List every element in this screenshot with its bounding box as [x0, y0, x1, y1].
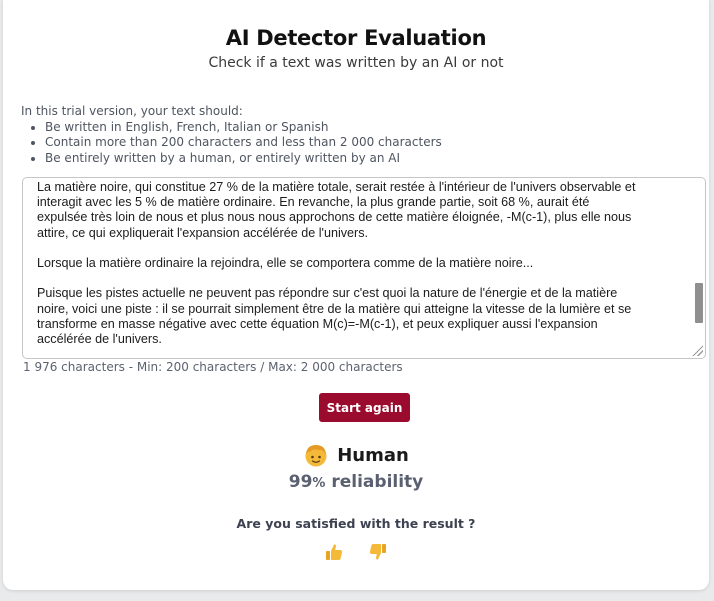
- text-input-content[interactable]: La matière noire, qui constitue 27 % de …: [37, 180, 687, 356]
- requirements: In this trial version, your text should:…: [21, 104, 442, 166]
- start-again-button[interactable]: Start again: [319, 393, 410, 422]
- requirement-item: Be written in English, French, Italian o…: [45, 120, 442, 136]
- scrollbar[interactable]: [695, 180, 703, 356]
- text-input[interactable]: La matière noire, qui constitue 27 % de …: [22, 177, 706, 359]
- character-counter: 1 976 characters - Min: 200 characters /…: [23, 360, 403, 374]
- page-title: AI Detector Evaluation: [225, 26, 487, 50]
- reliability: 99% reliability: [3, 472, 709, 492]
- result: Human: [3, 442, 709, 468]
- scrollbar-thumb[interactable]: [695, 283, 703, 323]
- main-card: AI Detector Evaluation Check if a text w…: [3, 0, 709, 590]
- feedback-buttons: [3, 542, 709, 562]
- human-face-icon: [305, 445, 327, 467]
- page-subtitle: Check if a text was written by an AI or …: [208, 55, 504, 71]
- requirements-intro: In this trial version, your text should:: [21, 104, 243, 118]
- thumbs-up-icon[interactable]: [324, 542, 344, 562]
- reliability-label: reliability: [325, 472, 424, 492]
- reliability-percent: %: [312, 476, 326, 491]
- requirement-item: Be entirely written by a human, or entir…: [45, 151, 442, 167]
- requirement-item: Contain more than 200 characters and les…: [45, 135, 442, 151]
- requirements-list: Be written in English, French, Italian o…: [21, 120, 442, 167]
- result-label: Human: [337, 444, 409, 466]
- resize-handle[interactable]: [691, 344, 703, 356]
- reliability-value: 99: [288, 472, 313, 492]
- thumbs-down-icon[interactable]: [368, 542, 388, 562]
- satisfaction-question: Are you satisfied with the result ?: [236, 516, 476, 531]
